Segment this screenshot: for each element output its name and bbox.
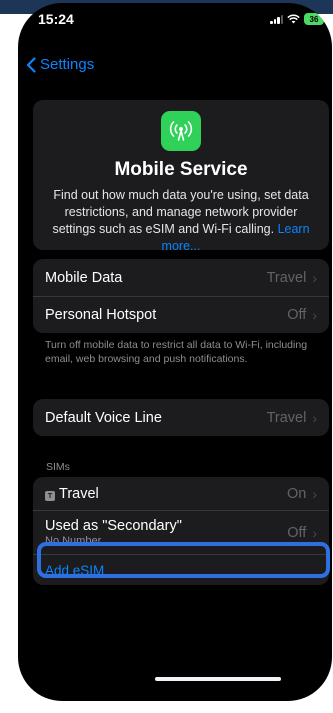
mobile-data-row[interactable]: Mobile Data Travel ›: [33, 259, 329, 296]
data-settings-group: Mobile Data Travel › Personal Hotspot Of…: [33, 259, 329, 333]
chevron-right-icon: ›: [312, 269, 317, 286]
back-button[interactable]: Settings: [26, 56, 94, 73]
status-time: 15:24: [38, 11, 74, 27]
mobile-data-value: Travel: [266, 269, 307, 286]
sim-secondary-row[interactable]: Used as "Secondary" No Number Off ›: [33, 510, 329, 554]
home-indicator: [155, 677, 281, 681]
sim-secondary-number: No Number: [45, 535, 102, 547]
chevron-right-icon: ›: [312, 485, 317, 502]
personal-hotspot-label: Personal Hotspot: [45, 307, 157, 323]
battery-icon: 36: [304, 13, 324, 25]
add-esim-row[interactable]: Add eSIM: [33, 554, 329, 585]
antenna-icon: [161, 111, 201, 151]
sim-badge-icon: T: [45, 491, 55, 501]
back-label: Settings: [40, 56, 95, 73]
sims-group: T Travel On › Used as "Secondary" No Numb…: [33, 477, 329, 585]
phone-screen: 15:24 36 Settings Mobile Service Find ou…: [18, 3, 332, 701]
personal-hotspot-row[interactable]: Personal Hotspot Off ›: [33, 296, 329, 333]
page-title: Mobile Service: [114, 159, 248, 180]
sim-travel-value: On: [286, 485, 307, 502]
sim-secondary-text: Used as "Secondary" No Number: [45, 518, 287, 547]
chevron-left-icon: [26, 56, 36, 73]
hero-description: Find out how much data you're using, set…: [45, 187, 317, 255]
hero-description-text: Find out how much data you're using, set…: [52, 188, 309, 236]
default-voice-line-label: Default Voice Line: [45, 409, 162, 426]
sim-secondary-value: Off: [287, 524, 307, 541]
status-bar: 15:24 36: [18, 3, 332, 43]
default-voice-line-row[interactable]: Default Voice Line Travel ›: [33, 399, 329, 436]
default-voice-line-value: Travel: [266, 409, 307, 426]
chevron-right-icon: ›: [312, 307, 317, 323]
sim-travel-label: T Travel: [45, 486, 287, 502]
mobile-data-footnote: Turn off mobile data to restrict all dat…: [45, 339, 308, 365]
chevron-right-icon: ›: [312, 524, 317, 541]
mobile-service-info-card: Mobile Service Find out how much data yo…: [33, 100, 329, 253]
sim-travel-row[interactable]: T Travel On ›: [33, 477, 329, 510]
sim-secondary-label: Used as "Secondary": [45, 518, 182, 534]
sims-section-header: SIMs: [46, 461, 70, 473]
personal-hotspot-value: Off: [287, 307, 307, 323]
voice-line-group: Default Voice Line Travel ›: [33, 399, 329, 436]
status-icons: 36: [270, 13, 324, 25]
chevron-right-icon: ›: [312, 409, 317, 426]
sim-travel-name: Travel: [59, 485, 99, 502]
signal-icon: [270, 14, 283, 24]
add-esim-button[interactable]: Add eSIM: [45, 563, 104, 578]
wifi-icon: [287, 14, 300, 24]
mobile-data-label: Mobile Data: [45, 269, 123, 286]
